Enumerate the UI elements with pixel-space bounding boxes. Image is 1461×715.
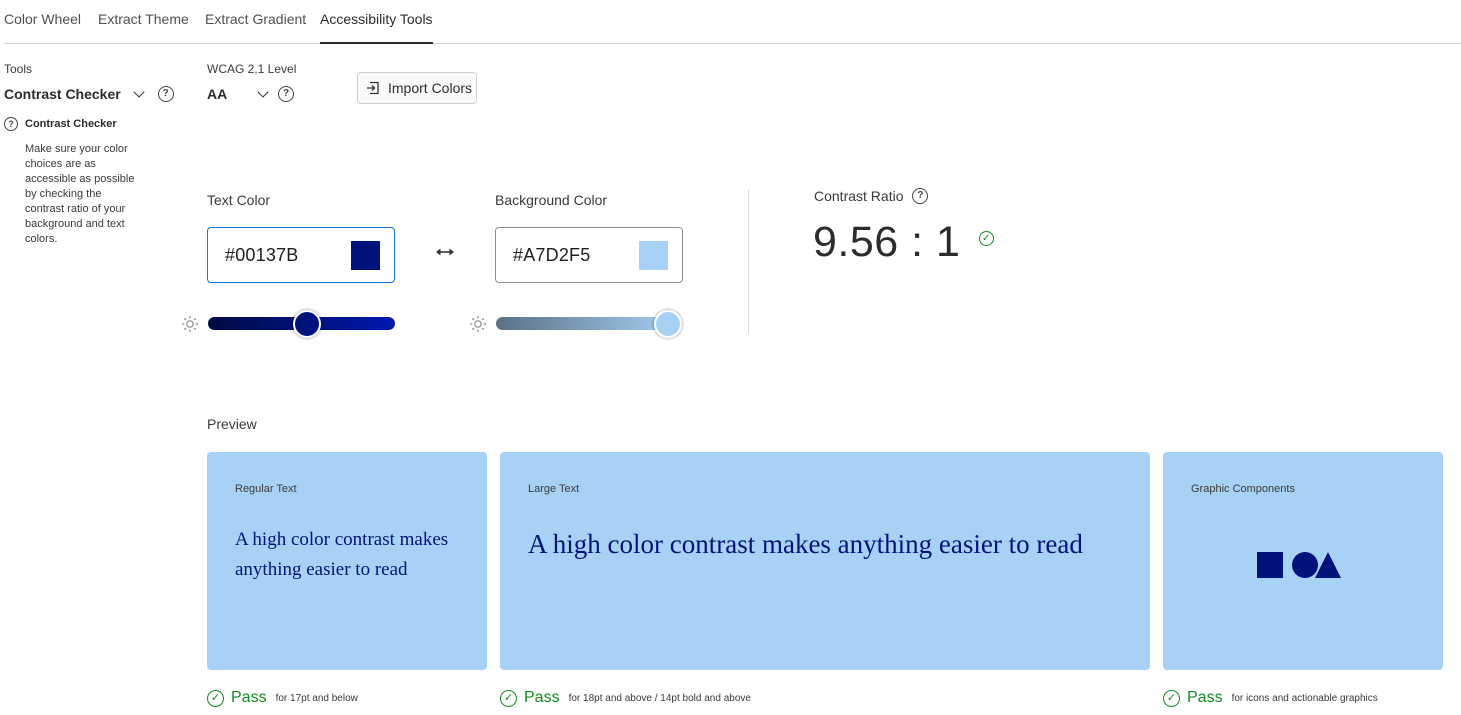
background-color-hex: #A7D2F5 — [513, 244, 591, 265]
large-text-preview-card: Large Text A high color contrast makes a… — [500, 452, 1150, 670]
tool-selector-value: Contrast Checker — [4, 86, 121, 102]
regular-text-result: ✓ Pass for 17pt and below — [207, 687, 358, 709]
tool-selector[interactable]: Contrast Checker ? — [4, 85, 174, 103]
check-circle-icon: ✓ — [1163, 689, 1180, 707]
contrast-ratio-display: 9.56 : 1 ✓ — [813, 218, 994, 267]
square-icon — [1257, 552, 1283, 578]
tools-label: Tools — [4, 62, 33, 76]
text-color-label: Text Color — [207, 192, 271, 208]
info-title-text: Contrast Checker — [25, 118, 117, 130]
text-color-hex: #00137B — [225, 244, 299, 265]
tab-extract-theme[interactable]: Extract Theme — [98, 11, 189, 44]
tab-bar: Color Wheel Extract Theme Extract Gradie… — [4, 0, 1461, 44]
regular-text-result-label: Pass — [231, 689, 267, 706]
large-text-criteria: for 18pt and above / 14pt bold and above — [568, 692, 751, 704]
help-icon[interactable]: ? — [278, 86, 294, 102]
chevron-down-icon — [257, 86, 269, 98]
wcag-level-selector[interactable]: AA ? — [207, 85, 294, 103]
regular-text-title: Regular Text — [235, 483, 297, 495]
graphic-shapes — [1257, 552, 1341, 578]
graphic-components-result: ✓ Pass for icons and actionable graphics — [1163, 687, 1378, 709]
graphic-components-criteria: for icons and actionable graphics — [1231, 692, 1378, 704]
wcag-level-value: AA — [207, 86, 228, 102]
large-text-result-label: Pass — [524, 689, 560, 706]
background-color-input[interactable]: #A7D2F5 — [495, 227, 683, 283]
graphic-components-title: Graphic Components — [1191, 483, 1295, 495]
text-color-input[interactable]: #00137B — [207, 227, 395, 283]
info-description: Make sure your color choices are as acce… — [25, 143, 135, 245]
brightness-icon — [470, 316, 486, 332]
import-colors-button[interactable]: Import Colors — [357, 72, 477, 104]
help-icon: ? — [4, 117, 18, 131]
regular-text-preview-card: Regular Text A high color contrast makes… — [207, 452, 487, 670]
graphic-components-preview-card: Graphic Components — [1163, 452, 1443, 670]
tab-color-wheel[interactable]: Color Wheel — [4, 11, 81, 44]
brightness-icon — [182, 316, 198, 332]
chevron-down-icon — [133, 86, 145, 98]
help-icon[interactable]: ? — [157, 86, 174, 102]
text-brightness-handle[interactable] — [293, 309, 322, 338]
large-text-sample: A high color contrast makes anything eas… — [528, 529, 1083, 559]
background-brightness-handle[interactable] — [654, 309, 682, 338]
large-text-title: Large Text — [528, 483, 580, 495]
check-circle-icon: ✓ — [978, 231, 994, 247]
import-icon — [367, 81, 379, 95]
triangle-icon — [1315, 552, 1341, 578]
text-color-swatch[interactable] — [351, 241, 380, 270]
large-text-result: ✓ Pass for 18pt and above / 14pt bold an… — [500, 687, 751, 709]
graphic-components-result-label: Pass — [1187, 689, 1223, 706]
divider — [748, 190, 749, 334]
wcag-level-label: WCAG 2.1 Level — [207, 62, 297, 76]
check-circle-icon: ✓ — [500, 689, 517, 707]
tab-accessibility-tools[interactable]: Accessibility Tools — [320, 11, 433, 44]
contrast-ratio-label-text: Contrast Ratio — [814, 188, 904, 204]
contrast-ratio-value: 9.56 : 1 — [813, 218, 961, 266]
background-color-swatch[interactable] — [639, 241, 668, 270]
swap-arrows-icon[interactable] — [435, 244, 455, 260]
help-icon[interactable]: ? — [912, 188, 929, 204]
check-circle-icon: ✓ — [207, 689, 224, 707]
regular-text-criteria: for 17pt and below — [275, 692, 358, 704]
background-color-label: Background Color — [495, 192, 608, 208]
background-brightness-slider[interactable] — [496, 309, 682, 338]
tab-extract-gradient[interactable]: Extract Gradient — [205, 11, 306, 44]
circle-icon — [1292, 552, 1318, 578]
preview-label: Preview — [207, 416, 257, 432]
text-brightness-slider[interactable] — [208, 309, 395, 338]
info-title: ? Contrast Checker — [4, 117, 117, 131]
import-colors-label: Import Colors — [388, 80, 473, 96]
regular-text-sample: A high color contrast makes anything eas… — [235, 529, 449, 580]
contrast-ratio-label: Contrast Ratio ? — [814, 188, 929, 204]
